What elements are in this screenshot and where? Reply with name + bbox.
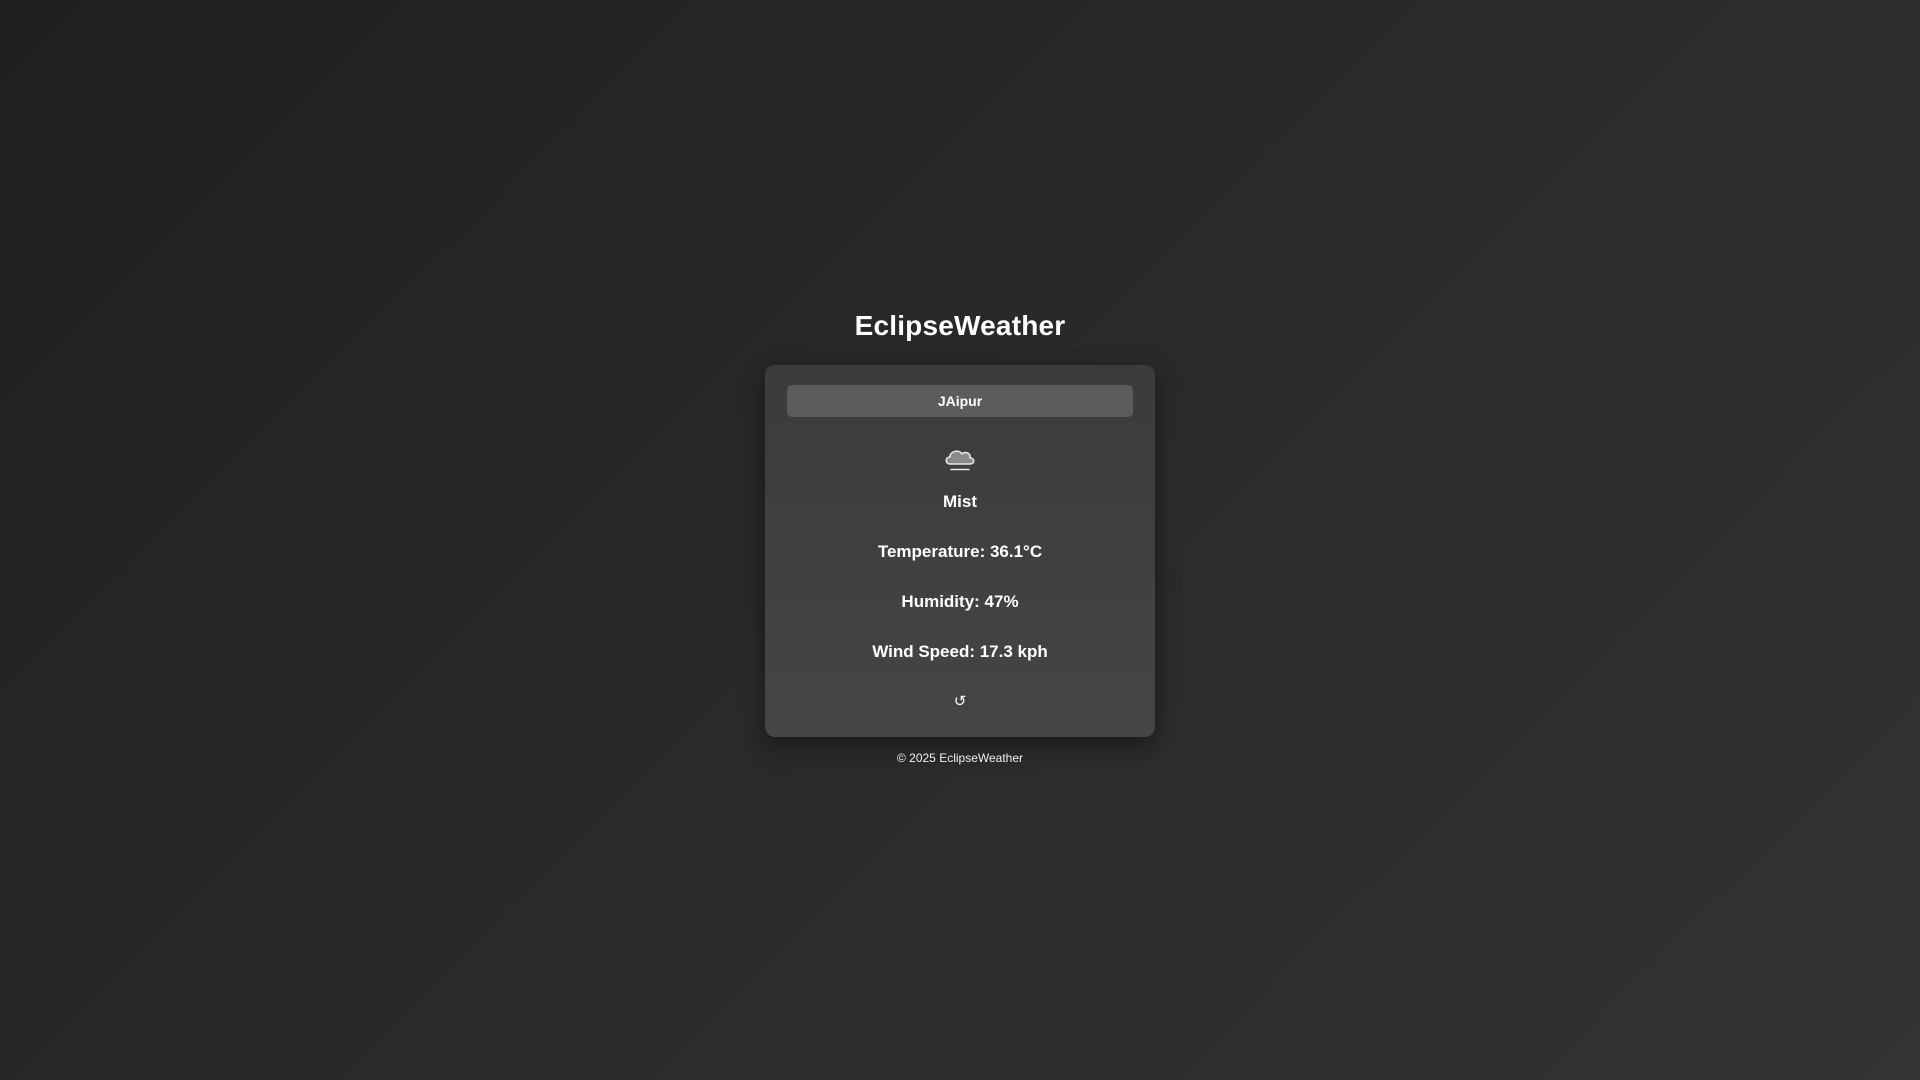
wind-speed-value: Wind Speed: 17.3 kph bbox=[872, 642, 1048, 661]
app-title: EclipseWeather bbox=[854, 310, 1066, 341]
weather-condition: Mist bbox=[943, 492, 977, 511]
cloud-mist-icon bbox=[940, 445, 980, 475]
temperature-value: Temperature: 36.1°C bbox=[877, 542, 1043, 561]
footer-copyright: © 2025 EclipseWeather bbox=[896, 751, 1024, 765]
page: EclipseWeather Mist Temperature: 36.1°C … bbox=[0, 0, 1920, 1080]
humidity-value: Humidity: 47% bbox=[901, 592, 1019, 611]
refresh-button[interactable]: ↺ bbox=[945, 689, 975, 713]
weather-card: Mist Temperature: 36.1°C Humidity: 47% W… bbox=[765, 365, 1155, 737]
city-search-input[interactable] bbox=[787, 385, 1133, 417]
